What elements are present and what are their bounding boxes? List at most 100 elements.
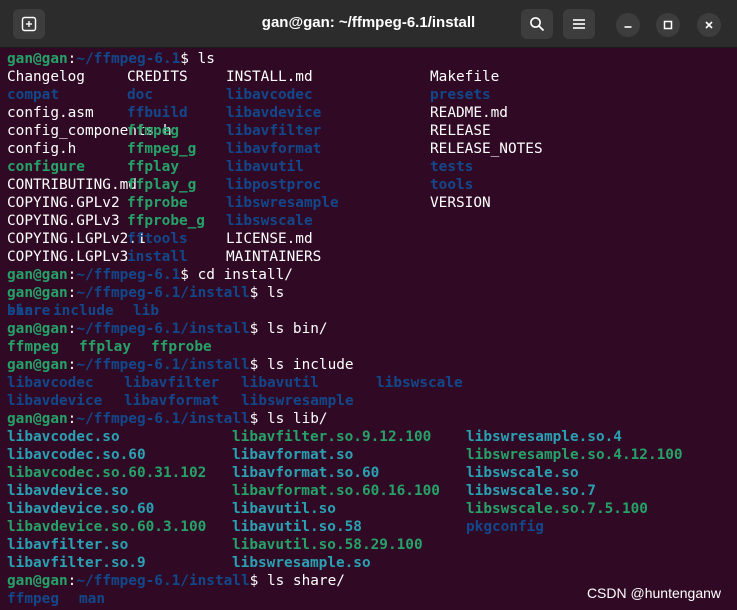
file-entry: libavutil.so.58 bbox=[232, 519, 362, 535]
minimize-button[interactable] bbox=[616, 13, 640, 37]
output-line: libavfilter.so libavutil.so.58.29.100 bbox=[7, 536, 735, 554]
menu-button[interactable] bbox=[563, 9, 595, 39]
minimize-icon bbox=[624, 26, 632, 28]
file-entry: libavformat.so.60 bbox=[232, 465, 380, 481]
file-entry: install bbox=[127, 249, 188, 265]
output-line: libavcodec.so.60.31.102 libavformat.so.60… bbox=[7, 464, 735, 482]
prompt-path: ~/ffmpeg-6.1/install bbox=[76, 357, 250, 373]
file-entry: CREDITS bbox=[127, 69, 188, 85]
terminal-output[interactable]: gan@gan:~/ffmpeg-6.1$ ls Changelog CREDITS… bbox=[7, 50, 735, 608]
search-button[interactable] bbox=[521, 9, 553, 39]
output-line: libavfilter.so.9 libswresample.so bbox=[7, 554, 735, 572]
file-entry: libswscale.so.7 bbox=[466, 483, 596, 499]
file-entry: libswresample bbox=[226, 195, 339, 211]
file-entry: fftools bbox=[127, 231, 188, 247]
output-line: configure ffplay libavutil tests bbox=[7, 158, 735, 176]
prompt-path: ~/ffmpeg-6.1/install bbox=[76, 321, 250, 337]
output-line: config.asm ffbuild libavdevice README.md bbox=[7, 104, 735, 122]
file-entry: README.md bbox=[430, 105, 508, 121]
file-entry: CONTRIBUTING.md bbox=[7, 177, 137, 193]
file-entry: libavdevice bbox=[7, 393, 103, 409]
file-entry: libswscale.so.7.5.100 bbox=[466, 501, 648, 517]
output-line: config_components.h ffmpeg libavfilter RELE… bbox=[7, 122, 735, 140]
file-entry: INSTALL.md bbox=[226, 69, 313, 85]
output-line: COPYING.LGPLv2.1 fftools LICENSE.md bbox=[7, 230, 735, 248]
file-entry: libavfilter bbox=[124, 375, 220, 391]
file-entry: libavcodec bbox=[7, 375, 94, 391]
command-text: ls bbox=[266, 285, 285, 301]
file-entry: VERSION bbox=[430, 195, 491, 211]
file-entry: presets bbox=[430, 87, 491, 103]
file-entry: config.h bbox=[7, 141, 77, 157]
file-entry: libswresample bbox=[241, 393, 354, 409]
new-tab-button[interactable] bbox=[13, 9, 45, 39]
file-entry: libavcodec.so.60 bbox=[7, 447, 146, 463]
prompt-path: ~/ffmpeg-6.1/install bbox=[76, 573, 250, 589]
file-entry: libavdevice.so bbox=[7, 483, 129, 499]
file-entry: libavfilter.so.9.12.100 bbox=[232, 429, 432, 445]
maximize-button[interactable] bbox=[656, 13, 680, 37]
file-entry: lib bbox=[133, 303, 159, 319]
close-button[interactable] bbox=[697, 13, 721, 37]
output-line: libavdevice libavformat libswresample bbox=[7, 392, 735, 410]
file-entry: ffplay_g bbox=[127, 177, 197, 193]
file-entry: tools bbox=[430, 177, 474, 193]
file-entry: libswresample.so.4.12.100 bbox=[466, 447, 683, 463]
file-entry: libavcodec bbox=[226, 87, 313, 103]
new-tab-icon bbox=[21, 16, 37, 32]
file-entry: ffplay bbox=[127, 159, 179, 175]
window-title: gan@gan: ~/ffmpeg-6.1/install bbox=[261, 14, 476, 31]
file-entry: libswscale bbox=[376, 375, 463, 391]
prompt-path: ~/ffmpeg-6.1/install bbox=[76, 411, 250, 427]
output-line: config.h ffmpeg_g libavformat RELEASE_NOTES bbox=[7, 140, 735, 158]
file-entry: COPYING.GPLv2 bbox=[7, 195, 120, 211]
file-entry: pkgconfig bbox=[466, 519, 544, 535]
prompt-line: gan@gan:~/ffmpeg-6.1/install$ ls bin/ bbox=[7, 321, 328, 337]
output-line: libavcodec libavfilter libavutil libswscale bbox=[7, 374, 735, 392]
file-entry: libavdevice bbox=[226, 105, 322, 121]
file-entry: ffplay bbox=[79, 339, 131, 355]
file-entry: ffbuild bbox=[127, 105, 188, 121]
file-entry: libavfilter bbox=[226, 123, 322, 139]
file-entry: libswscale bbox=[226, 213, 313, 229]
output-line: COPYING.GPLv2 ffprobe libswresample VERSION bbox=[7, 194, 735, 212]
command-text: ls lib/ bbox=[266, 411, 328, 427]
prompt-user: gan@gan bbox=[7, 267, 68, 283]
prompt-line: gan@gan:~/ffmpeg-6.1/install$ ls include bbox=[7, 357, 354, 373]
file-entry: libavformat.so bbox=[232, 447, 354, 463]
file-entry: COPYING.LGPLv3 bbox=[7, 249, 129, 265]
file-entry: ffmpeg bbox=[7, 339, 59, 355]
file-entry: compat bbox=[7, 87, 59, 103]
file-entry: RELEASE bbox=[430, 123, 491, 139]
close-icon bbox=[705, 21, 713, 29]
prompt-path: ~/ffmpeg-6.1 bbox=[76, 51, 181, 67]
output-line: Changelog CREDITS INSTALL.md Makefile bbox=[7, 68, 735, 86]
hamburger-menu-icon bbox=[573, 19, 585, 29]
output-line: libavdevice.so libavformat.so.60.16.100 li… bbox=[7, 482, 735, 500]
command-text: cd install/ bbox=[197, 267, 293, 283]
prompt-user: gan@gan bbox=[7, 51, 68, 67]
prompt-line: gan@gan:~/ffmpeg-6.1$ cd install/ bbox=[7, 267, 293, 283]
file-entry: ffmpeg_g bbox=[127, 141, 197, 157]
output-line: CONTRIBUTING.md ffplay_g libpostproc tools bbox=[7, 176, 735, 194]
file-entry: ffprobe bbox=[151, 339, 212, 355]
file-entry: man bbox=[79, 591, 105, 607]
file-entry: libavformat bbox=[124, 393, 220, 409]
file-entry: libavcodec.so.60.31.102 bbox=[7, 465, 207, 481]
watermark: CSDN @huntenganw bbox=[586, 585, 721, 601]
file-entry: config.asm bbox=[7, 105, 94, 121]
file-entry: ffmpeg bbox=[7, 591, 59, 607]
search-icon bbox=[530, 17, 545, 32]
command-text: ls bin/ bbox=[266, 321, 328, 337]
prompt-user: gan@gan bbox=[7, 573, 68, 589]
file-entry: libswresample.so.4 bbox=[466, 429, 622, 445]
command-text: ls share/ bbox=[266, 573, 345, 589]
output-line: libavdevice.so.60 libavutil.so libswscale.… bbox=[7, 500, 735, 518]
file-entry: libswscale.so bbox=[466, 465, 579, 481]
output-line: COPYING.GPLv3 ffprobe_g libswscale bbox=[7, 212, 735, 230]
prompt-user: gan@gan bbox=[7, 357, 68, 373]
prompt-user: gan@gan bbox=[7, 285, 68, 301]
file-entry: include bbox=[53, 303, 114, 319]
output-line: libavcodec.so libavfilter.so.9.12.100 libs… bbox=[7, 428, 735, 446]
prompt-line: gan@gan:~/ffmpeg-6.1/install$ ls lib/ bbox=[7, 411, 328, 427]
